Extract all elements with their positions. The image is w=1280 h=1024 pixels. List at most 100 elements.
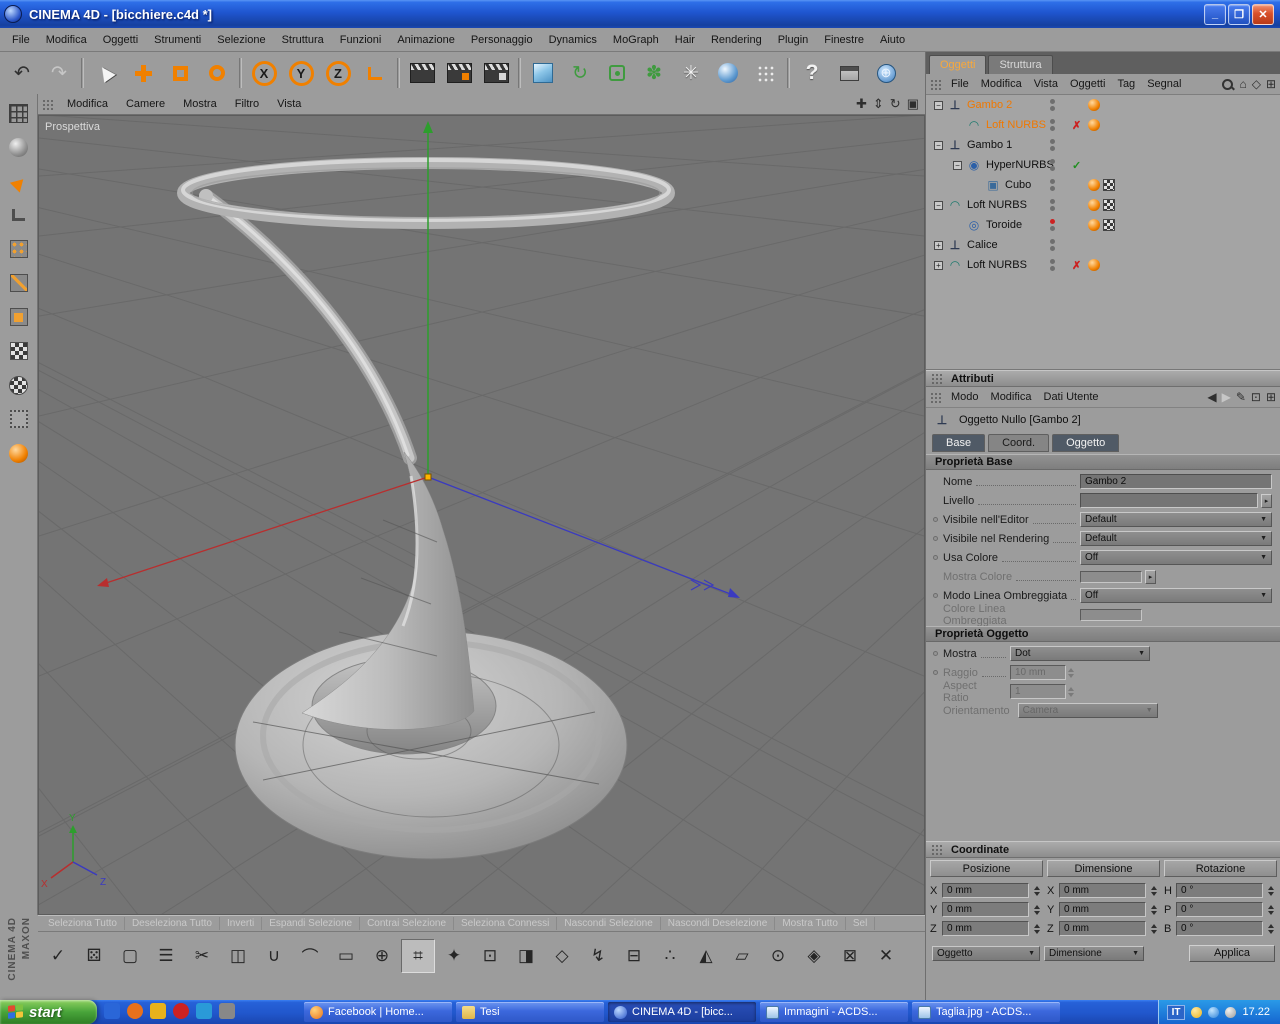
mesh-tool-icon[interactable]: ◈ <box>797 939 831 973</box>
mesh-tool-icon[interactable]: ✂ <box>185 939 219 973</box>
object-row-gambo1[interactable]: − ⊥ Gambo 1 <box>926 135 1280 155</box>
espandi-selezione-button[interactable]: Espandi Selezione <box>262 917 361 930</box>
home-icon[interactable]: ⌂ <box>1239 77 1246 91</box>
viewport-menu-vista[interactable]: Vista <box>269 96 309 112</box>
x-axis-arrow[interactable] <box>97 578 109 587</box>
keyframe-dot-icon[interactable] <box>933 593 938 598</box>
tag-icons[interactable] <box>1088 219 1115 231</box>
mesh-tool-icon[interactable]: ⊟ <box>617 939 651 973</box>
start-button[interactable]: start <box>0 1000 97 1024</box>
rotate-view-icon[interactable]: ↻ <box>890 96 901 112</box>
mesh-tool-icon[interactable]: ✕ <box>869 939 903 973</box>
mesh-tool-icon[interactable]: ⊠ <box>833 939 867 973</box>
om-menu-modifica[interactable]: Modifica <box>975 76 1028 92</box>
tab-coord[interactable]: Coord. <box>988 434 1050 452</box>
tag-icons[interactable] <box>1088 99 1100 111</box>
history-forward-icon[interactable]: ▶ <box>1222 390 1231 404</box>
phong-tag-icon[interactable] <box>1088 99 1100 111</box>
expand-icon[interactable]: + <box>934 260 943 270</box>
maximize-button[interactable]: ❐ <box>1228 3 1250 25</box>
stepper[interactable] <box>1151 883 1160 898</box>
nascondi-deselezione-button[interactable]: Nascondi Deselezione <box>661 917 776 930</box>
tag-icons[interactable] <box>1088 119 1100 131</box>
phong-tag-icon[interactable] <box>1088 199 1100 211</box>
browser-button[interactable]: ⊕ <box>868 55 904 91</box>
animation-mode-button[interactable] <box>4 439 34 467</box>
scale-button[interactable] <box>162 55 198 91</box>
search-icon[interactable] <box>1221 78 1234 91</box>
rot-b-input[interactable]: 0 ° <box>1176 921 1263 936</box>
live-selection-button[interactable] <box>88 55 124 91</box>
object-row-calice[interactable]: + ⊥ Calice <box>926 235 1280 255</box>
applica-button[interactable]: Applica <box>1189 944 1275 962</box>
menu-oggetti[interactable]: Oggetti <box>95 30 146 50</box>
visibile-rendering-dropdown[interactable]: Default <box>1080 531 1272 546</box>
object-label[interactable]: Loft NURBS <box>986 119 1046 131</box>
scene-3d[interactable]: Y X Z <box>39 116 924 914</box>
object-label[interactable]: HyperNURBS <box>986 159 1054 171</box>
viewport-menu-modifica[interactable]: Modifica <box>59 96 116 112</box>
menu-modifica[interactable]: Modifica <box>38 30 95 50</box>
contrai-selezione-button[interactable]: Contrai Selezione <box>360 917 455 930</box>
lock-z-button[interactable]: Z <box>320 55 356 91</box>
history-back-icon[interactable]: ◀ <box>1207 390 1216 404</box>
sel-button[interactable]: Sel <box>846 917 876 930</box>
mesh-tool-icon[interactable]: ⊙ <box>761 939 795 973</box>
task-taglia[interactable]: Taglia.jpg - ACDS... <box>912 1002 1060 1022</box>
tab-base[interactable]: Base <box>932 434 986 452</box>
texture-tag-icon[interactable] <box>1103 179 1115 191</box>
om-menu-vista[interactable]: Vista <box>1028 76 1064 92</box>
menu-file[interactable]: File <box>4 30 38 50</box>
stepper[interactable] <box>1268 921 1277 936</box>
mesh-tool-icon[interactable]: ⌒ <box>293 939 327 973</box>
phong-tag-icon[interactable] <box>1088 179 1100 191</box>
mostra-tutto-button[interactable]: Mostra Tutto <box>775 917 846 930</box>
am-menu-modifica[interactable]: Modifica <box>985 389 1038 405</box>
add-modeling-button[interactable]: ✽ <box>636 55 672 91</box>
object-row-hypernurbs[interactable]: − ◉ HyperNURBS ✓ <box>926 155 1280 175</box>
target-icon[interactable]: ◇ <box>1252 77 1261 91</box>
layout-grid-button[interactable] <box>4 99 34 127</box>
polygons-mode-button[interactable] <box>4 303 34 331</box>
points-mode-button[interactable] <box>4 235 34 263</box>
stepper[interactable] <box>1034 883 1043 898</box>
visibility-dots[interactable] <box>1050 99 1055 111</box>
edges-mode-button[interactable] <box>4 269 34 297</box>
render-sphere-button[interactable] <box>4 133 34 161</box>
object-row-gambo2[interactable]: − ⊥ Gambo 2 <box>926 95 1280 115</box>
mode-dropdown-dimensione[interactable]: Dimensione <box>1044 945 1144 961</box>
object-label[interactable]: Cubo <box>1005 179 1031 191</box>
mesh-tool-icon[interactable]: ∴ <box>653 939 687 973</box>
stepper[interactable] <box>1034 921 1043 936</box>
task-cinema4d[interactable]: CINEMA 4D - [bicc... <box>608 1002 756 1022</box>
pos-z-input[interactable]: 0 mm <box>942 921 1029 936</box>
object-label[interactable]: Loft NURBS <box>967 199 1027 211</box>
deseleziona-tutto-button[interactable]: Deseleziona Tutto <box>125 917 220 930</box>
minimize-button[interactable]: _ <box>1204 3 1226 25</box>
texture-tag-icon[interactable] <box>1103 199 1115 211</box>
render-active-button[interactable] <box>441 55 477 91</box>
menu-plugin[interactable]: Plugin <box>770 30 817 50</box>
quick-launch-icon[interactable] <box>127 1003 143 1019</box>
menu-strumenti[interactable]: Strumenti <box>146 30 209 50</box>
toggle-view-icon[interactable]: ▣ <box>907 96 919 112</box>
mesh-tool-icon[interactable]: ∪ <box>257 939 291 973</box>
model-mode-button[interactable] <box>4 167 34 195</box>
menu-rendering[interactable]: Rendering <box>703 30 770 50</box>
keyframe-dot-icon[interactable] <box>933 536 938 541</box>
quick-launch-icon[interactable] <box>104 1003 120 1019</box>
keyframe-dot-icon[interactable] <box>933 651 938 656</box>
tab-struttura[interactable]: Struttura <box>988 55 1053 74</box>
mesh-tool-icon[interactable]: ⚄ <box>77 939 111 973</box>
task-tesi[interactable]: Tesi <box>456 1002 604 1022</box>
tab-oggetto[interactable]: Oggetto <box>1052 434 1120 452</box>
modo-linea-dropdown[interactable]: Off <box>1080 588 1272 603</box>
generator-disabled-icon[interactable]: ✗ <box>1072 119 1081 132</box>
menu-dynamics[interactable]: Dynamics <box>541 30 605 50</box>
add-primitive-button[interactable] <box>525 55 561 91</box>
object-row-cubo[interactable]: ▣ Cubo <box>926 175 1280 195</box>
mesh-tool-icon[interactable]: ◇ <box>545 939 579 973</box>
lock-y-button[interactable]: Y <box>283 55 319 91</box>
expand-icon[interactable]: + <box>934 240 943 250</box>
workplane-mode-button[interactable] <box>4 405 34 433</box>
